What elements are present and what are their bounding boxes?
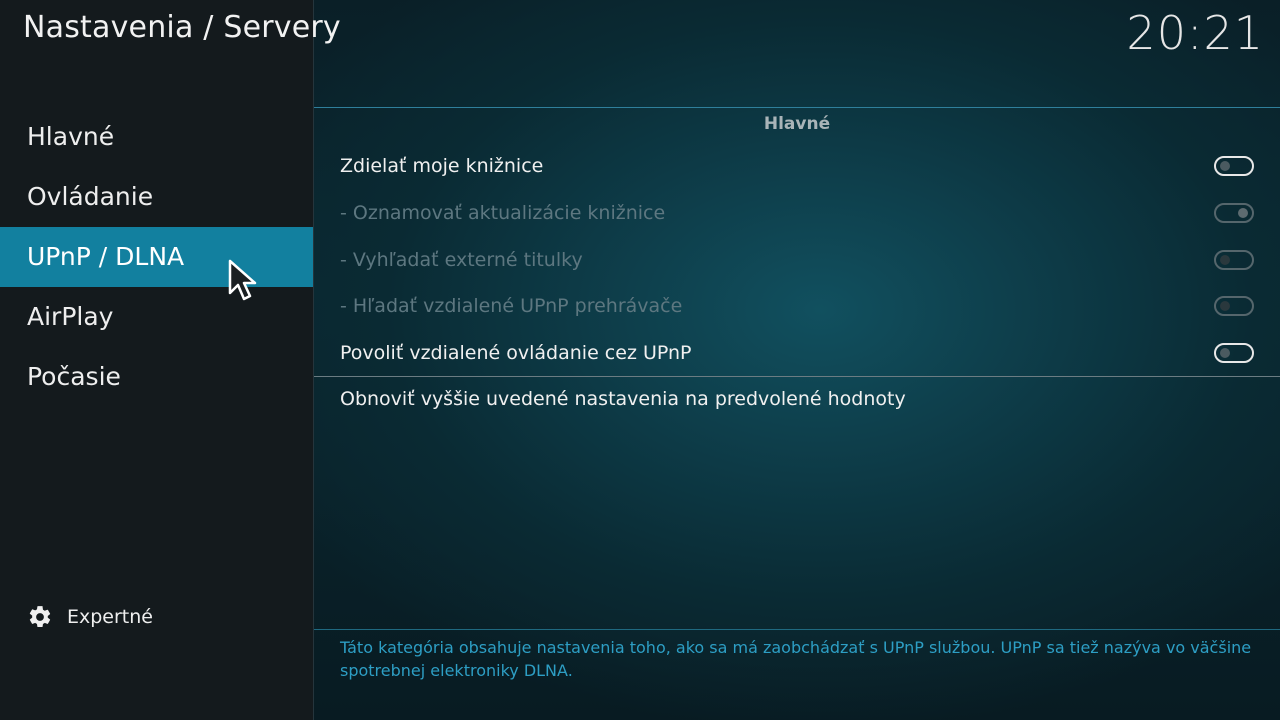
setting-external-subtitles[interactable]: - Vyhľadať externé titulky — [340, 240, 1254, 280]
setting-label: Zdielať moje knižnice — [340, 155, 544, 177]
sidebar: Nastavenia / Servery Hlavné Ovládanie UP… — [0, 0, 341, 720]
reset-settings-button[interactable]: Obnoviť vyššie uvedené nastavenia na pre… — [340, 388, 906, 410]
settings-level-button[interactable]: Expertné — [27, 601, 153, 633]
settings-screen: Nastavenia / Servery Hlavné Ovládanie UP… — [0, 0, 1280, 720]
mouse-cursor-icon — [228, 259, 257, 301]
settings-level-label: Expertné — [67, 606, 153, 628]
section-title: Hlavné — [763, 114, 831, 134]
category-list: Hlavné Ovládanie UPnP / DLNA AirPlay Poč… — [0, 107, 313, 407]
toggle-switch[interactable] — [1214, 296, 1254, 316]
category-description: Táto kategória obsahuje nastavenia toho,… — [340, 638, 1252, 680]
setting-label: - Hľadať vzdialené UPnP prehrávače — [340, 295, 683, 317]
category-airplay[interactable]: AirPlay — [0, 287, 313, 347]
clock: 20:21 — [1126, 6, 1264, 60]
toggle-switch[interactable] — [1214, 250, 1254, 270]
gear-icon — [29, 606, 51, 628]
category-hlavne[interactable]: Hlavné — [0, 107, 313, 167]
setting-share-libraries[interactable]: Zdielať moje knižnice — [340, 146, 1254, 186]
divider-top — [314, 107, 1280, 108]
divider-middle — [314, 376, 1280, 377]
setting-find-remote-players[interactable]: - Hľadať vzdialené UPnP prehrávače — [340, 286, 1254, 326]
toggle-switch[interactable] — [1214, 203, 1254, 223]
category-upnp-dlna[interactable]: UPnP / DLNA — [0, 227, 313, 287]
setting-label: - Vyhľadať externé titulky — [340, 249, 583, 271]
category-pocasie[interactable]: Počasie — [0, 347, 313, 407]
setting-label: - Oznamovať aktualizácie knižnice — [340, 202, 666, 224]
toggle-switch[interactable] — [1214, 343, 1254, 363]
setting-label: Povoliť vzdialené ovládanie cez UPnP — [340, 342, 692, 364]
setting-announce-library-updates[interactable]: - Oznamovať aktualizácie knižnice — [340, 193, 1254, 233]
page-title: Nastavenia / Servery — [23, 10, 341, 45]
divider-bottom — [314, 629, 1280, 630]
setting-remote-control-upnp[interactable]: Povoliť vzdialené ovládanie cez UPnP — [340, 333, 1254, 373]
category-ovladanie[interactable]: Ovládanie — [0, 167, 313, 227]
toggle-switch[interactable] — [1214, 156, 1254, 176]
